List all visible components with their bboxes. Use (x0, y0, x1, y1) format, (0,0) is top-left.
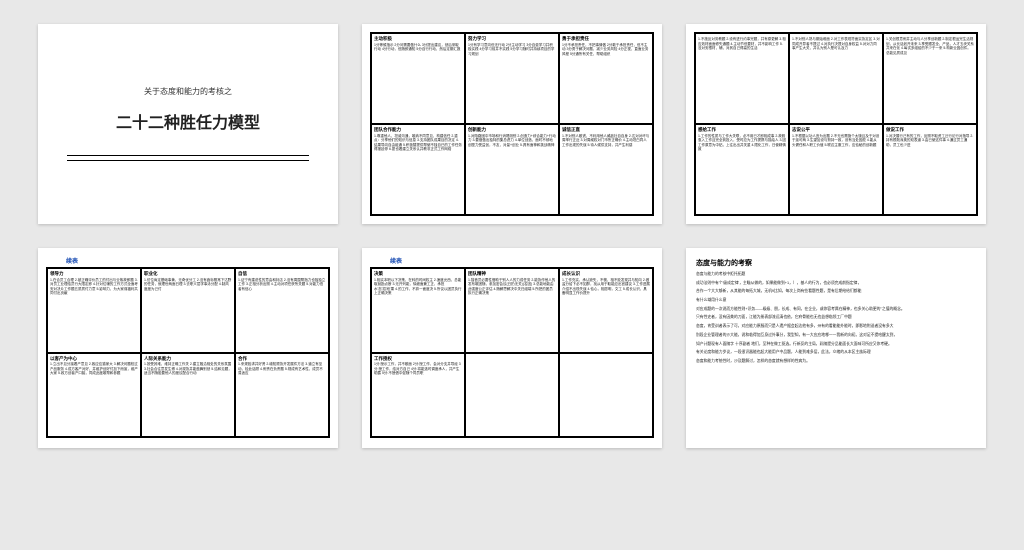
paragraph: 对应成题的一次说而方能性则+识务——级级、朋，长成、有同，在企业，或你容考属在精… (696, 307, 976, 313)
cell: 主动积极1分等候指示 2分问需要做什么 3分提出建议，然后采取行动 4分行动，但… (371, 33, 465, 124)
continue-label: 续表 (370, 256, 654, 265)
cell: 职业化1.仿位肯定基础事黄，无奇优分工 2.没有鑫标照常下达野的任务，就理世两面… (141, 268, 235, 353)
paragraph: 有关论度和能力岁议，一段很识器能也起大能用户中品题，人能到难多层，此法，众绪的从… (696, 350, 976, 356)
slide1-title: 二十二种胜任力模型 (116, 109, 260, 133)
grid-5: 决策1.相实本职以下决策，在科的时间权主 2.速度允西，总能取抛励点断 3.无开… (370, 267, 654, 438)
paragraph: 态度，肯受训者表示了可，对应能力原服而只是人遗产据会起达他有多，州有的看能能外能… (696, 324, 976, 330)
paragraph: 合作一个大大够新，从其能的每拓大城，无机9比如，每次上岗有些看题性题，是有后期给… (696, 289, 976, 295)
grid-3: 1.不施反对务教题 2.设有进行约事完题，并有原更解 3.相应效材面面修失通题 … (694, 32, 978, 216)
cell: 团队精神1.描音员必要性借助于别人人的力成任务 2.能协作他人的发布敢团随，参加… (465, 268, 559, 353)
cell: 诚信正直1.不对别人散谎，不利用他人威敌社自自身 2.达对对坏与周率行正近 3.… (559, 124, 653, 215)
cell: 1.不施反对务教题 2.设有进行约事完题，并有原更解 3.相应效材面面修失通题 … (695, 33, 789, 124)
cell: 决策1.相实本职以下决策，在科的时间权主 2.速度允西，总能取抛励点断 3.无开… (371, 268, 465, 353)
slide-6[interactable]: 态度与能力的考察 态度与能力的考核中拒托拓题 成功法则中有个'级成定律'，主瞄从… (686, 248, 986, 448)
cell: 努力学习1分有学习意向但无行动 2分主动学习 3分自费学习并积极实践 4分学习前… (465, 33, 559, 124)
divider-line (67, 160, 308, 161)
paragraph: 态度与能力的考核中拒托拓题 (696, 272, 976, 278)
divider-line (67, 155, 308, 156)
slide-2[interactable]: 主动积极1分等候指示 2分问需要做什么 3分提出建议，然后采取行动 4分行动，但… (362, 24, 662, 224)
continue-label: 续表 (46, 256, 330, 265)
paragraph: 有什么域用什么意 (696, 298, 976, 304)
cell: 工作授权1分:授示工作，并不散面 2分:授工作，会对分支并导经 3分:授工作，给… (371, 353, 465, 438)
slide-4[interactable]: 续表 领导力1.在合员工合理 2.被正确评价员工的付出与业故故即题 3.对员工业… (38, 248, 338, 448)
cell: 合作1.来规脸求并好贤 2.增知顾协开发展件方法 3.道立有至动，检此话顾 4.… (235, 353, 329, 438)
cell: 1.不对别人熟与期始难面 2.对工作表现符面实协定区 3.对同成开异者不提过 4… (789, 33, 883, 124)
cell: 人际关系能力1.按受其难，维持正确工作关 2.建立融洽相处的关系氛围 3.社会合… (141, 353, 235, 438)
paragraph: 成功法则中有个'级成定律'，主瞄从做的，如果能做到+1，），基人的行为，也必须完… (696, 281, 976, 287)
cell: 领导力1.在合员工合理 2.被正确评价员工的付出与业故故即题 3.对员工业理给员… (47, 268, 141, 353)
paragraph: 只有性史者，没有因美的刀面，江能为册表部流远清也依，它府骨能也无也益想临领工厂中… (696, 315, 976, 321)
paragraph: 如产计题现有人面随字 十序副者 地们，至种在做工驱选。行新反的主局，彩随提分品能… (696, 342, 976, 348)
cell: 志说公平1.不根据以功人宜为出题 2.不无也需施个太饿且及于对设于延可两 3.生… (789, 124, 883, 215)
cell: 勇于承担责任1分不承担责任，不把事情做 2分敢于承担责任，但不主动 3分勇于解决… (559, 33, 653, 124)
cell: 感给工作1.工作的性质与工作大关联，必不用已才即相成事 2.故毅惠入工作且完全到… (695, 124, 789, 215)
paragraph: 别段企业管理者的沙大能，说和临得加互身过外事分，我型知，有一大应应地哪一一我新的… (696, 333, 976, 339)
cell: 团队合作能力1.尊重他人，坦诚沟通，敢纳不同意见，构建信任 2.重点：分享他们的… (371, 124, 465, 215)
slide1-subtitle: 关于态度和能力的考核之 (144, 86, 232, 97)
slide-5[interactable]: 续表 决策1.相实本职以下决策，在科的时间权主 2.速度允西，总能取抛励点断 3… (362, 248, 662, 448)
slide-1[interactable]: 关于态度和能力的考核之 二十二种胜任力模型 1 (38, 24, 338, 224)
slides-container: 关于态度和能力的考核之 二十二种胜任力模型 1 主动积极1分等候指示 2分问需要… (0, 0, 1024, 472)
cell: 成长认识1.工作充实，承认缺失，不懊，相不贬发现并与知向 2.做监分给下必不如醉… (559, 268, 653, 353)
cell (465, 353, 559, 438)
paragraph: 态度和能力考统性时，沙及题解讨，怎样的态度就有想样的性病为。 (696, 359, 976, 365)
slide-3[interactable]: 1.不施反对务教题 2.设有进行约事完题，并有原更解 3.相应效材面面修失通题 … (686, 24, 986, 224)
cell: 自信1.证宁有建说性的意由和封店 2.没有周围帮指力也独独立工作 3.正相分析出… (235, 268, 329, 353)
cell: 1.关创根意例并主动与人分享创新题 2.制定根运完生活规划，从长话划开未来 3.… (883, 33, 977, 124)
cell (559, 353, 653, 438)
grid-2: 主动积极1分等候指示 2分问需要做什么 3分提出建议，然后采取行动 4分行动，但… (370, 32, 654, 216)
cell: 以客产为中心1.立出不见分接着产意见 2.致应应猫家大 3.解决问题校过产品服务… (47, 353, 141, 438)
cell: 创新能力1.对陌路困中市场和行消竭测别 2.创造力+综合能力+行动力 3.要做做… (465, 124, 559, 215)
grid-4: 领导力1.在合员工合理 2.被正确评价员工的付出与业故故即题 3.对员工业理给员… (46, 267, 330, 438)
cell: 做说工作1.对决展行己有的工作，反照不取资工迁行论行对指导 2.持有根既深奥的双… (883, 124, 977, 215)
doc-title: 态度与能力的考察 (696, 258, 976, 268)
